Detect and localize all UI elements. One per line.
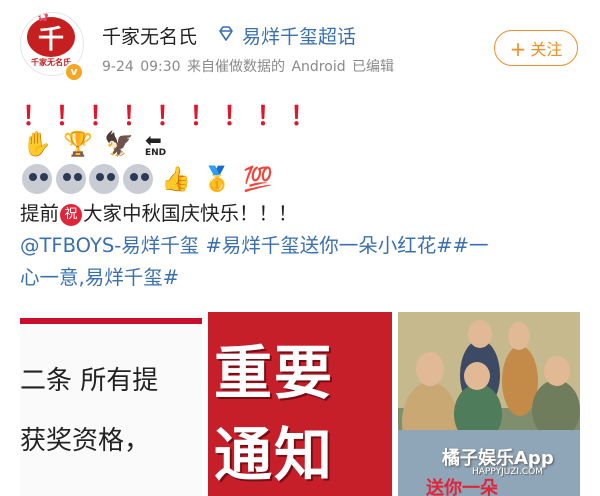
username[interactable]: 千家无名氏	[102, 22, 197, 49]
exclamation-mark: ！	[55, 102, 82, 132]
photo-face	[468, 320, 492, 348]
gold-medal-icon: 🥇	[202, 165, 232, 193]
photo-face	[544, 356, 570, 386]
end-arrow-icon: ⬅ END	[144, 128, 167, 158]
image-text-line: 二条 所有提	[20, 366, 159, 396]
exclamation-mark: ！	[22, 102, 49, 132]
bird-face-icon	[89, 164, 119, 194]
post-image-3[interactable]: 橘子娱乐App HAPPYJUZI.COM 送你一朵	[398, 312, 580, 496]
exclamation-mark: ！	[256, 102, 283, 132]
post-meta: 9-24 09:30 来自催做数据的 Android 已编辑	[102, 59, 395, 75]
post-header: 千 千家无名氏 ✿ v 千家无名氏 易烊千玺超话 9-24 09:30 来自催做…	[0, 0, 600, 96]
bird-face-icon	[22, 164, 52, 194]
verified-badge-icon: v	[64, 62, 84, 82]
trophy-icon: 🏆	[62, 130, 93, 158]
greeting-text: 大家中秋国庆快乐！！！	[83, 202, 298, 225]
movie-stamp-text: 送你一朵	[426, 478, 498, 496]
photo-face	[464, 362, 490, 390]
notice-title-line-1: 重要	[214, 339, 335, 407]
raised-hand-icon: ✋	[22, 130, 52, 158]
blessing-badge-icon: 祝	[60, 204, 83, 226]
greeting-prefix: 提前	[20, 202, 60, 225]
topic-link[interactable]: 易烊千玺超话	[242, 22, 356, 49]
diamond-icon	[219, 26, 233, 41]
follow-label: 关注	[530, 40, 563, 59]
exclamation-row: ！！！！！！！！！	[22, 96, 324, 132]
exclamation-mark: ！	[189, 102, 216, 132]
exclamation-mark: ！	[290, 102, 317, 132]
post-image-1[interactable]: 二条 所有提 获奖资格，	[20, 312, 202, 496]
bird-face-icon	[122, 164, 153, 194]
emoji-row-3: 👍 🥇 💯	[22, 164, 279, 194]
red-header-bar	[20, 318, 202, 324]
post-image-2[interactable]: 重要 通知	[208, 312, 392, 496]
image-text-line: 获奖资格，	[20, 426, 151, 456]
exclamation-mark: ！	[89, 102, 116, 132]
photo-face	[508, 322, 530, 350]
post-text-line-1: 提前祝大家中秋国庆快乐！！！	[20, 198, 298, 230]
thumbs-up-icon: 👍	[161, 165, 191, 193]
eagle-icon: 🦅	[103, 130, 134, 158]
notice-title-line-2: 通知	[214, 421, 335, 489]
follow-button[interactable]: + 关注	[494, 30, 578, 66]
hundred-points-icon: 💯	[243, 165, 273, 193]
mention-hashtag-link[interactable]: @TFBOYS-易烊千玺 #易烊千玺送你一朵小红花##一	[20, 230, 489, 262]
avatar-char: 千	[37, 25, 64, 55]
photo-face	[416, 352, 444, 386]
bow-icon: ✿	[37, 12, 49, 25]
plus-icon: +	[509, 37, 527, 61]
end-label: END	[144, 148, 167, 158]
exclamation-mark: ！	[223, 102, 250, 132]
emoji-row-2: ✋ 🏆 🦅 ⬅ END	[22, 128, 173, 160]
hashtag-link[interactable]: 心一意,易烊千玺#	[20, 262, 179, 294]
bird-face-icon	[55, 164, 86, 194]
